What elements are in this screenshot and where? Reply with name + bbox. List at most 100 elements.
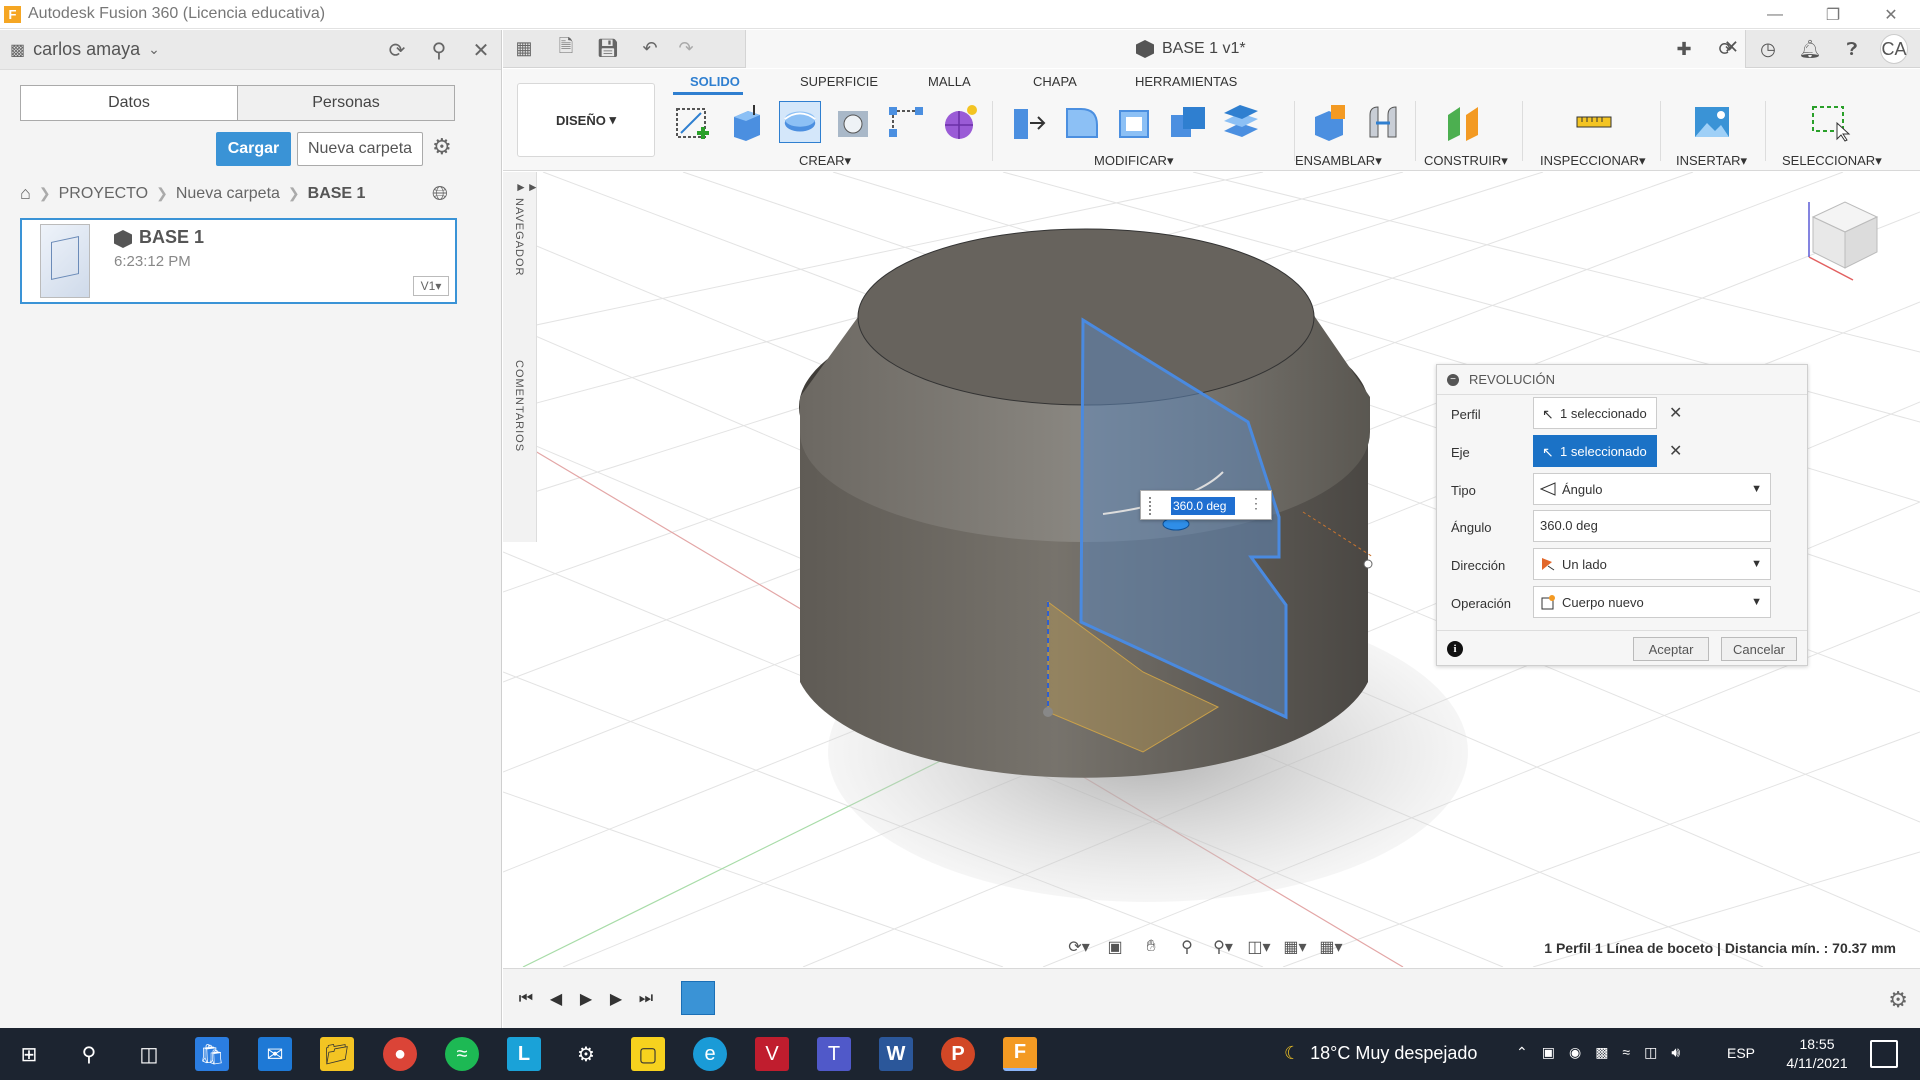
press-pull-icon[interactable] bbox=[1008, 101, 1050, 143]
extensions-icon[interactable]: ⟳ bbox=[1712, 34, 1740, 64]
chevron-down-icon[interactable]: ⌄ bbox=[148, 41, 160, 58]
create-sketch-icon[interactable] bbox=[673, 101, 715, 143]
form-icon[interactable] bbox=[938, 101, 980, 143]
pattern-icon[interactable] bbox=[885, 101, 927, 143]
offset-face-icon[interactable] bbox=[1220, 101, 1262, 143]
step-back-icon[interactable]: ◀ bbox=[543, 987, 569, 1011]
new-component-icon[interactable] bbox=[1309, 101, 1351, 143]
tray-app-icon[interactable]: ▣ bbox=[1542, 1044, 1555, 1061]
insert-image-icon[interactable] bbox=[1691, 101, 1733, 143]
grid-settings-icon[interactable]: ▦▾ bbox=[1280, 932, 1310, 962]
comments-label[interactable]: COMENTARIOS bbox=[513, 360, 525, 452]
chevron-up-icon[interactable]: ⌃ bbox=[1516, 1044, 1528, 1061]
file-card[interactable]: BASE 1 6:23:12 PM V1 ▾ bbox=[20, 218, 457, 304]
hole-icon[interactable] bbox=[832, 101, 874, 143]
pan-icon[interactable]: ✋︎ bbox=[1136, 932, 1166, 962]
navigator-label[interactable]: NAVEGADOR bbox=[513, 198, 525, 276]
play-icon[interactable]: ▶ bbox=[573, 987, 599, 1011]
joint-icon[interactable] bbox=[1362, 101, 1404, 143]
ok-button[interactable]: Aceptar bbox=[1633, 637, 1709, 661]
combine-icon[interactable] bbox=[1167, 101, 1209, 143]
upload-button[interactable]: Cargar bbox=[216, 132, 291, 166]
notification-center-icon[interactable] bbox=[1870, 1040, 1898, 1068]
file-explorer-icon[interactable]: 📁︎ bbox=[320, 1037, 354, 1071]
dialog-header[interactable]: − REVOLUCIÓN bbox=[1437, 365, 1807, 395]
group-construir[interactable]: CONSTRUIR▾ bbox=[1424, 153, 1508, 169]
task-view-icon[interactable]: ◫ bbox=[132, 1037, 166, 1071]
word-icon[interactable]: W bbox=[879, 1037, 913, 1071]
select-icon[interactable] bbox=[1809, 101, 1851, 143]
redo-icon[interactable]: ↷ bbox=[671, 34, 701, 64]
notifications-icon[interactable]: 🔔︎ bbox=[1796, 34, 1824, 64]
tab-solido[interactable]: SOLIDO bbox=[690, 74, 740, 89]
direction-dropdown[interactable]: Un lado ▼ bbox=[1533, 548, 1771, 580]
volume-icon[interactable]: 🔊︎ bbox=[1671, 1044, 1680, 1061]
collapse-icon[interactable]: − bbox=[1447, 373, 1459, 386]
fit-icon[interactable]: ⚲▾ bbox=[1208, 932, 1238, 962]
measure-icon[interactable] bbox=[1573, 101, 1615, 143]
restore-button[interactable]: ❐ bbox=[1804, 0, 1862, 29]
gear-icon[interactable]: ⚙ bbox=[432, 134, 452, 160]
windows-start-icon[interactable]: ⊞ bbox=[12, 1037, 46, 1071]
fusion-taskbar-icon[interactable]: F bbox=[1003, 1037, 1037, 1071]
expand-icon[interactable]: ►► bbox=[515, 180, 539, 194]
new-folder-button[interactable]: Nueva carpeta bbox=[297, 132, 423, 166]
fillet-icon[interactable] bbox=[1061, 101, 1103, 143]
look-at-icon[interactable]: ▣ bbox=[1100, 932, 1130, 962]
timeline-settings-icon[interactable]: ⚙ bbox=[1888, 987, 1908, 1013]
angle-input-box[interactable]: 360.0 deg ⋮ bbox=[1140, 490, 1272, 520]
language-indicator[interactable]: ESP bbox=[1727, 1045, 1755, 1061]
group-modificar[interactable]: MODIFICAR▾ bbox=[1094, 153, 1173, 169]
grid-menu-icon[interactable]: ▦ bbox=[509, 34, 539, 64]
info-icon[interactable]: i bbox=[1447, 641, 1463, 657]
chrome-icon[interactable]: ● bbox=[383, 1037, 417, 1071]
save-icon[interactable]: 💾︎ bbox=[593, 34, 623, 64]
steam-icon[interactable]: ⚙ bbox=[569, 1037, 603, 1071]
edge-icon[interactable]: e bbox=[693, 1037, 727, 1071]
viewports-icon[interactable]: ▦▾ bbox=[1316, 932, 1346, 962]
minimize-button[interactable]: — bbox=[1746, 0, 1804, 29]
go-to-start-icon[interactable]: ⏮︎ bbox=[513, 987, 539, 1011]
step-forward-icon[interactable]: ▶ bbox=[603, 987, 629, 1011]
clear-axis-icon[interactable]: ✕ bbox=[1669, 441, 1682, 461]
group-crear[interactable]: CREAR▾ bbox=[799, 153, 851, 169]
tray-camera-icon[interactable]: ◉ bbox=[1569, 1044, 1581, 1061]
powerpoint-icon[interactable]: P bbox=[941, 1037, 975, 1071]
close-button[interactable]: ✕ bbox=[1862, 0, 1920, 29]
network-icon[interactable]: ◫ bbox=[1644, 1044, 1657, 1061]
spotify-icon[interactable]: ≈ bbox=[445, 1037, 479, 1071]
breadcrumb-folder[interactable]: Nueva carpeta bbox=[176, 185, 280, 203]
shell-icon[interactable] bbox=[1114, 101, 1156, 143]
undo-icon[interactable]: ↶ bbox=[635, 34, 665, 64]
new-tab-icon[interactable]: ✚ bbox=[1670, 34, 1698, 64]
mail-icon[interactable]: ✉ bbox=[258, 1037, 292, 1071]
file-menu-icon[interactable]: 🗎︎ bbox=[551, 34, 581, 64]
wifi-icon[interactable]: ≈ bbox=[1622, 1044, 1630, 1061]
view-cube[interactable] bbox=[1808, 201, 1879, 281]
tab-superficie[interactable]: SUPERFICIE bbox=[800, 74, 878, 89]
teams-icon[interactable]: T bbox=[817, 1037, 851, 1071]
search-icon[interactable]: ⚲ bbox=[72, 1037, 106, 1071]
app-v-icon[interactable]: V bbox=[755, 1037, 789, 1071]
tab-herramientas[interactable]: HERRAMIENTAS bbox=[1135, 74, 1237, 89]
sketch-feature-icon[interactable] bbox=[681, 981, 715, 1015]
profile-select[interactable]: ↖ 1 seleccionado bbox=[1533, 397, 1657, 429]
help-icon[interactable]: ❓︎ bbox=[1838, 34, 1866, 64]
breadcrumb-project[interactable]: PROYECTO bbox=[59, 185, 149, 203]
store-icon[interactable]: 🛍︎ bbox=[195, 1037, 229, 1071]
document-tab[interactable]: BASE 1 v1* ✕ bbox=[745, 30, 1746, 68]
job-status-icon[interactable]: ◷ bbox=[1754, 34, 1782, 64]
type-dropdown[interactable]: Ángulo ▼ bbox=[1533, 473, 1771, 505]
zoom-icon[interactable]: ⚲ bbox=[1172, 932, 1202, 962]
operation-dropdown[interactable]: Cuerpo nuevo ▼ bbox=[1533, 586, 1771, 618]
home-icon[interactable]: ⌂ bbox=[20, 183, 31, 204]
sticky-notes-icon[interactable]: ▢ bbox=[631, 1037, 665, 1071]
tab-datos[interactable]: Datos bbox=[21, 86, 237, 120]
tab-malla[interactable]: MALLA bbox=[928, 74, 971, 89]
offset-plane-icon[interactable] bbox=[1442, 101, 1484, 143]
clear-profile-icon[interactable]: ✕ bbox=[1669, 403, 1682, 423]
angle-input[interactable]: 360.0 deg bbox=[1171, 497, 1235, 515]
globe-icon[interactable]: 🌐︎ bbox=[432, 183, 448, 206]
cancel-button[interactable]: Cancelar bbox=[1721, 637, 1797, 661]
group-inspeccionar[interactable]: INSPECCIONAR▾ bbox=[1540, 153, 1646, 169]
